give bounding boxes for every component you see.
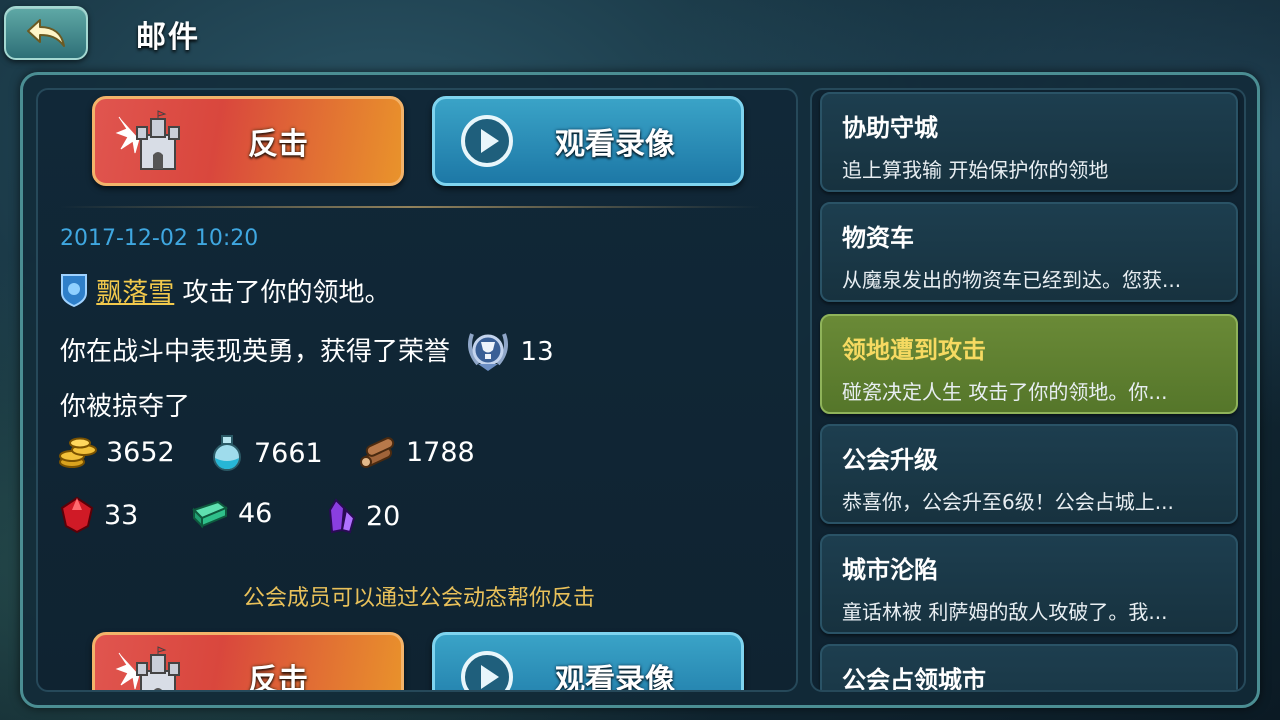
guild-shield-icon — [61, 274, 87, 308]
back-arrow-icon — [27, 19, 65, 47]
resource-wood: 1788 — [358, 434, 475, 470]
resource-ruby: 33 — [58, 496, 138, 534]
back-button[interactable] — [4, 6, 88, 60]
resource-gold-value: 3652 — [106, 436, 175, 468]
wood-icon — [360, 437, 395, 468]
resource-emerald: 46 — [190, 496, 272, 530]
play-icon — [461, 651, 513, 690]
counterattack-button[interactable]: 反击 — [92, 96, 404, 186]
attack-text: 攻击了你的领地。 — [182, 278, 391, 308]
mail-item-title: 公会占领城市 — [842, 666, 986, 692]
counterattack-label-bottom: 反击 — [248, 663, 308, 692]
resource-ruby-value: 33 — [104, 499, 139, 531]
resource-crystal: 20 — [324, 496, 400, 536]
counterattack-label: 反击 — [248, 127, 308, 162]
counterattack-button-bottom[interactable]: 反击 — [92, 632, 404, 692]
guild-help-hint: 公会成员可以通过公会动态帮你反击 — [242, 586, 595, 611]
divider — [60, 206, 760, 208]
watch-replay-button-bottom[interactable]: 观看录像 — [432, 632, 744, 692]
resource-potion: 7661 — [208, 434, 323, 472]
mail-detail-panel[interactable]: 反击 观看录像 2017-12-02 10:20 飘落雪 攻击了你的领地。 你在… — [36, 88, 798, 692]
mail-item-preview: 碰瓷决定人生 攻击了你的领地。你... — [842, 380, 1168, 404]
resource-gold: 3652 — [58, 434, 175, 470]
resource-potion-value: 7661 — [254, 437, 323, 469]
watch-replay-button[interactable]: 观看录像 — [432, 96, 744, 186]
mail-list-item[interactable]: 物资车 从魔泉发出的物资车已经到达。您获... — [820, 202, 1238, 302]
resource-crystal-value: 20 — [366, 500, 401, 532]
resource-emerald-value: 46 — [238, 497, 273, 529]
purple-crystal-icon — [328, 498, 356, 534]
mail-item-title: 公会升级 — [842, 446, 938, 474]
honor-text: 你在战斗中表现英勇，获得了荣誉 — [60, 337, 451, 367]
mail-list-item[interactable]: 公会占领城市 — [820, 644, 1238, 692]
play-icon — [461, 115, 513, 167]
emerald-bar-icon — [192, 500, 228, 529]
mail-list-item[interactable]: 城市沦陷 童话林被 利萨姆的敌人攻破了。我... — [820, 534, 1238, 634]
attack-line: 飘落雪 攻击了你的领地。 — [60, 272, 391, 309]
mail-item-preview: 从魔泉发出的物资车已经到达。您获... — [842, 268, 1182, 292]
resource-wood-value: 1788 — [406, 436, 475, 468]
mail-item-title: 领地遭到攻击 — [842, 336, 986, 364]
mail-item-title: 物资车 — [842, 224, 914, 252]
honor-trophy-icon — [468, 333, 509, 371]
potion-icon — [213, 435, 241, 471]
watch-replay-label: 观看录像 — [555, 127, 675, 162]
mail-list-panel[interactable]: 协助守城 追上算我输 开始保护你的领地 物资车 从魔泉发出的物资车已经到达。您获… — [810, 88, 1246, 692]
mail-item-preview: 恭喜你，公会升至6级！公会占城上... — [842, 490, 1174, 514]
page-title: 邮件 — [136, 20, 200, 55]
mail-item-preview: 追上算我输 开始保护你的领地 — [842, 158, 1109, 182]
mail-list-item-selected[interactable]: 领地遭到攻击 碰瓷决定人生 攻击了你的领地。你... — [820, 314, 1238, 414]
ruby-icon — [60, 496, 94, 534]
mail-timestamp: 2017-12-02 10:20 — [60, 226, 259, 251]
honor-line: 你在战斗中表现英勇，获得了荣誉 13 — [60, 328, 554, 372]
mail-item-title: 城市沦陷 — [842, 556, 938, 584]
mail-list-item[interactable]: 公会升级 恭喜你，公会升至6级！公会占城上... — [820, 424, 1238, 524]
honor-value: 13 — [520, 337, 554, 367]
gold-coins-icon — [59, 437, 97, 468]
mail-item-preview: 童话林被 利萨姆的敌人攻破了。我... — [842, 600, 1168, 624]
watch-replay-label-bottom: 观看录像 — [555, 663, 675, 692]
mail-item-title: 协助守城 — [842, 114, 938, 142]
attacker-name-link[interactable]: 飘落雪 — [96, 278, 174, 308]
mail-list-item[interactable]: 协助守城 追上算我输 开始保护你的领地 — [820, 92, 1238, 192]
plunder-text: 你被掠夺了 — [60, 392, 191, 422]
